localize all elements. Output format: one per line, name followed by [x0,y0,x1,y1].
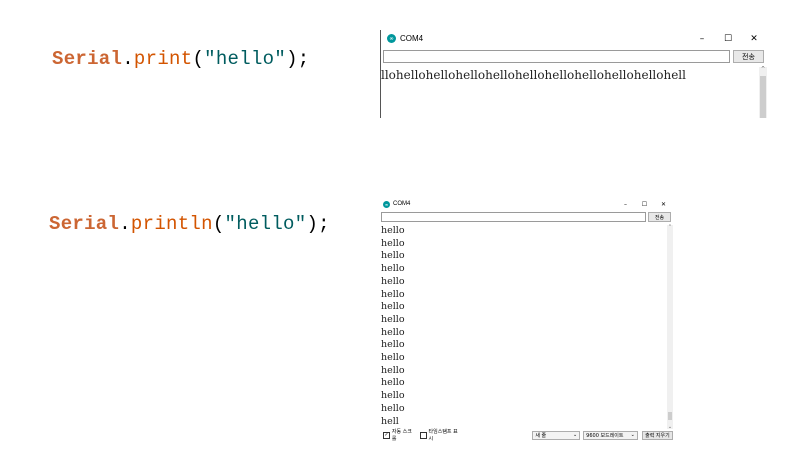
code-close: ); [306,213,330,235]
close-icon[interactable]: ✕ [654,198,673,210]
title-bar: ∞ COM4 – ☐ ✕ [380,198,673,210]
output-line: hello [381,275,405,287]
output-line: hello [381,225,405,236]
send-row: 전송 [380,212,673,222]
output-line: hello [381,364,405,376]
checkbox-icon[interactable]: ✓ [383,431,390,439]
window-controls: – ☐ ✕ [616,198,673,210]
code-string: "hello" [224,213,307,235]
serial-output: llohellohellohellohellohellohellohellohe… [381,67,758,118]
maximize-icon[interactable]: ☐ [715,30,741,47]
line-ending-select[interactable]: 새 줄 ⌄ [532,430,581,440]
output-line: hello [381,237,405,249]
output-line: hello [381,339,405,351]
send-input[interactable] [383,50,730,63]
window-title: COM4 [400,34,424,43]
output-scrollbar[interactable]: ⌃ [759,65,767,118]
output-line: hello [381,301,405,313]
baud-rate-select[interactable]: 9600 보드레이트 ⌄ [583,430,638,440]
output-line: hell [381,415,399,427]
output-lines: hello hello hello hello hello hello hello hello… [380,225,666,428]
title-bar: ∞ COM4 – ☐ ✕ [381,30,767,47]
code-open-paren: ( [192,48,205,70]
scroll-up-arrow[interactable]: ⌃ [667,224,673,230]
output-line: hello [381,377,405,389]
code-string: "hello" [204,48,287,70]
scrollbar-thumb[interactable] [668,412,672,420]
timestamp-option[interactable]: 타임스탬프 표시 [419,428,462,441]
arduino-icon: ∞ [383,200,390,208]
send-row: 전송 [381,50,767,64]
clear-output-button[interactable]: 출력 지우기 [641,430,673,440]
serial-monitor-window-top: ∞ COM4 – ☐ ✕ 전송 llohellohellohellohelloh… [380,30,767,118]
output-line: hello [381,326,405,338]
output-scrollbar[interactable]: ⌃ ⌄ [667,224,673,430]
arduino-icon: ∞ [387,34,396,43]
code-object: Serial [49,213,120,235]
code-object: Serial [52,48,123,70]
output-line: hello [381,250,405,262]
close-icon[interactable]: ✕ [741,30,767,47]
serial-monitor-window-bottom: ∞ COM4 – ☐ ✕ 전송 hello hello hello hello hell… [380,198,673,441]
maximize-icon[interactable]: ☐ [635,198,654,210]
code-print: Serial.print("hello"); [52,48,309,70]
window-controls: – ☐ ✕ [689,30,767,47]
code-method: println [130,213,213,235]
code-println: Serial.println("hello"); [49,213,330,235]
output-line: llohellohellohellohellohellohellohellohe… [381,68,686,82]
baud-rate-value: 9600 보드레이트 [586,432,624,439]
autoscroll-label: 자동 스크롤 [391,429,412,441]
output-line: hello [381,288,405,300]
timestamp-label: 타임스탬프 표시 [428,429,458,441]
output-line: hello [381,263,405,275]
output-line: hello [381,390,405,402]
serial-output: hello hello hello hello hello hello hello hello… [380,225,666,429]
scrollbar-thumb[interactable] [760,76,766,118]
monitor-footer: ✓ 자동 스크롤 타임스탬프 표시 새 줄 ⌄ 9600 보드레이트 ⌄ 출력 … [380,429,673,441]
send-button[interactable]: 전송 [648,212,671,222]
scroll-up-arrow[interactable]: ⌃ [759,65,767,73]
output-line: hello [381,402,405,414]
code-dot: . [122,48,134,70]
code-close: ); [286,48,310,70]
chevron-down-icon: ⌄ [572,432,578,438]
checkbox-icon[interactable] [419,431,427,439]
code-dot: . [119,213,131,235]
code-method: print [133,48,193,70]
minimize-icon[interactable]: – [689,30,715,47]
minimize-icon[interactable]: – [616,198,635,210]
code-open-paren: ( [212,213,225,235]
autoscroll-option[interactable]: ✓ 자동 스크롤 [383,428,416,441]
line-ending-value: 새 줄 [535,432,547,439]
output-line: hello [381,352,405,364]
send-input[interactable] [381,212,646,222]
window-title: COM4 [393,201,411,207]
chevron-down-icon: ⌄ [630,432,635,438]
output-line: hello [381,313,405,325]
send-button[interactable]: 전송 [733,50,764,63]
